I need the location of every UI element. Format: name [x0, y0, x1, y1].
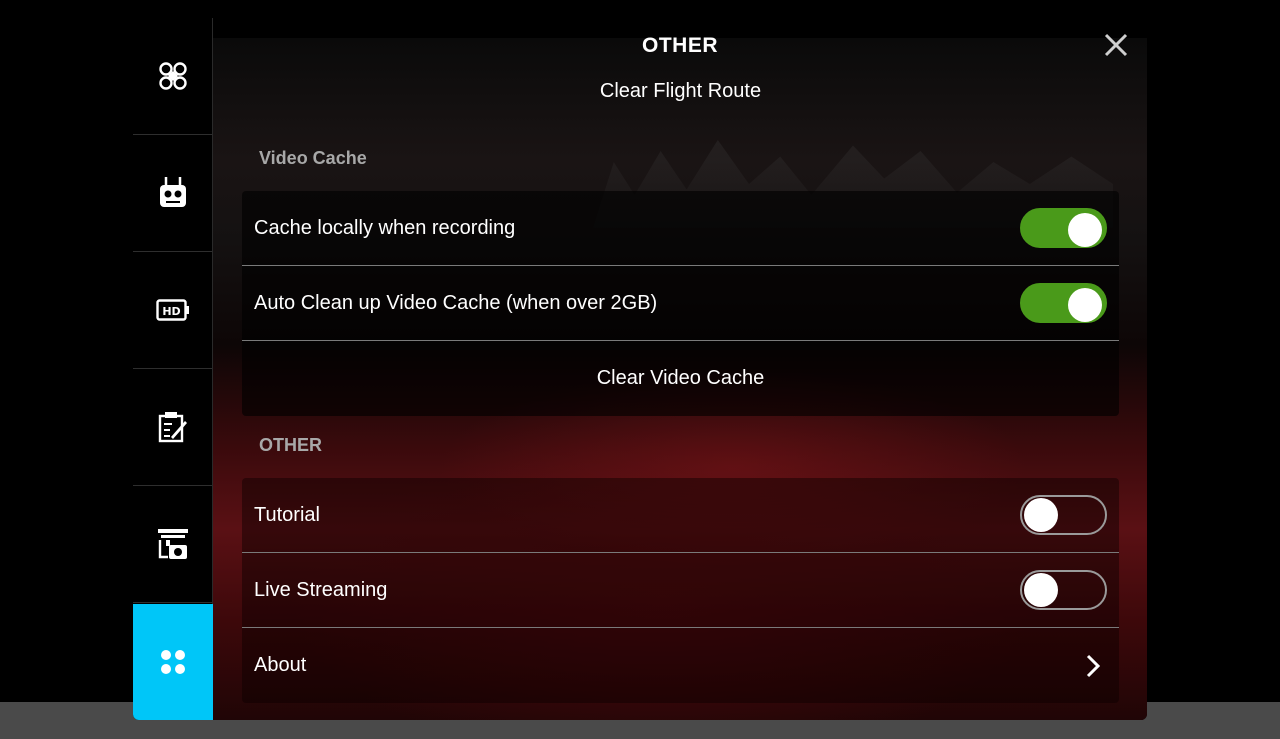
tutorial-toggle[interactable]	[1020, 495, 1107, 535]
settings-sidebar: HD	[133, 18, 213, 720]
video-cache-section-label: Video Cache	[259, 148, 367, 168]
more-dots-icon	[159, 648, 187, 676]
toggle-knob	[1068, 213, 1102, 247]
about-row[interactable]: About	[242, 628, 1119, 703]
cache-locally-label: Cache locally when recording	[254, 216, 516, 239]
auto-clean-label: Auto Clean up Video Cache (when over 2GB…	[254, 291, 658, 314]
other-section-label: OTHER	[259, 435, 322, 455]
tutorial-label: Tutorial	[254, 503, 320, 526]
sidebar-item-remote-controller[interactable]	[133, 135, 212, 252]
chevron-right-icon	[1081, 651, 1105, 681]
sidebar-item-checklist[interactable]	[133, 369, 212, 486]
close-button[interactable]	[1101, 32, 1131, 62]
sidebar-item-aircraft[interactable]	[133, 18, 212, 135]
sidebar-item-other[interactable]	[133, 604, 213, 720]
close-icon	[1103, 32, 1129, 63]
gimbal-camera-icon	[156, 527, 190, 561]
sidebar-item-hd-transmission[interactable]: HD	[133, 252, 212, 369]
cache-locally-toggle[interactable]	[1020, 208, 1107, 248]
other-card: Tutorial Live Streaming About	[242, 478, 1119, 703]
about-label: About	[254, 654, 307, 676]
toggle-knob	[1024, 573, 1058, 607]
sidebar-item-gimbal-camera[interactable]	[133, 486, 212, 603]
toggle-knob	[1068, 288, 1102, 322]
checklist-icon	[158, 411, 188, 443]
aircraft-icon	[157, 60, 189, 92]
live-streaming-toggle[interactable]	[1020, 570, 1107, 610]
clear-video-cache-button[interactable]: Clear Video Cache	[242, 341, 1119, 416]
settings-panel: HD OTHER Clear Flight Route Video Cache …	[133, 18, 1147, 720]
live-streaming-row: Live Streaming	[242, 553, 1119, 628]
remote-controller-icon	[158, 176, 188, 210]
hd-transmission-icon: HD	[155, 298, 190, 322]
cache-locally-row: Cache locally when recording	[242, 191, 1119, 266]
svg-text:HD: HD	[162, 305, 180, 318]
page-title: OTHER	[642, 34, 718, 57]
video-cache-card: Cache locally when recording Auto Clean …	[242, 191, 1119, 416]
clear-flight-route-button[interactable]: Clear Flight Route	[242, 76, 1119, 106]
auto-clean-toggle[interactable]	[1020, 283, 1107, 323]
auto-clean-row: Auto Clean up Video Cache (when over 2GB…	[242, 266, 1119, 341]
live-streaming-label: Live Streaming	[254, 578, 388, 601]
toggle-knob	[1024, 498, 1058, 532]
tutorial-row: Tutorial	[242, 478, 1119, 553]
clear-video-cache-label: Clear Video Cache	[596, 367, 765, 389]
